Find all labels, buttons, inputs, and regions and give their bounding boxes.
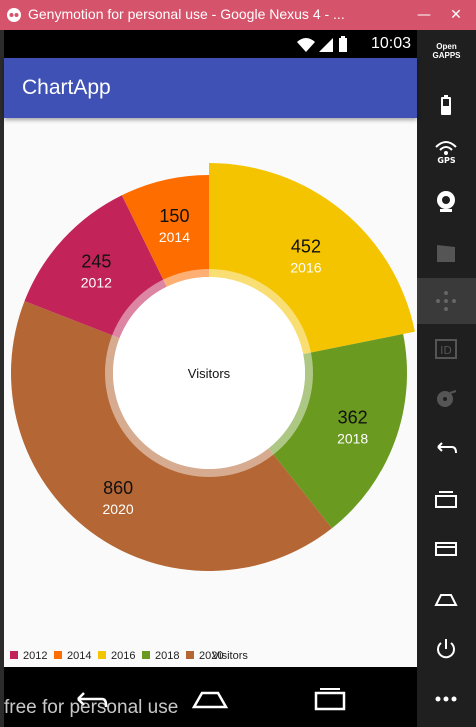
power-icon [437,639,455,659]
legend-swatch-2016 [98,651,106,659]
power-button[interactable] [417,626,476,672]
signal-icon [319,38,333,52]
id-icon: ID [435,339,457,359]
recent-apps-icon[interactable] [310,679,350,715]
legend-swatch-2014 [54,651,62,659]
slice-value-2012: 245 [81,251,111,271]
slice-value-2014: 150 [159,206,189,226]
menu-side-button[interactable] [417,526,476,572]
opengapps-button[interactable]: Open GAPPS [417,30,476,76]
gps-icon [435,141,457,155]
chart-legend: 2012 2014 2016 2018 2020Visitors [10,650,248,662]
disk-button[interactable] [417,376,476,422]
battery-icon [339,38,347,52]
watermark-text: free for personal use [4,697,179,718]
legend-title: Visitors [212,650,248,662]
window-title: Genymotion for personal use - Google Nex… [28,6,345,22]
center-label: Visitors [188,366,231,381]
device-id-button[interactable]: ID [417,326,476,372]
menu-icon [435,542,457,556]
status-bar: 10:03 [4,30,417,58]
clapper-icon [437,245,455,262]
move-button[interactable] [417,278,476,324]
slice-label-2020: 2020 [103,501,134,517]
chart-content: Visitors 452 2016 362 2018 860 2020 245 2012 150… [4,118,417,667]
slice-value-2018: 362 [338,408,368,428]
more-icon [435,696,457,702]
window-title-bar: Genymotion for personal use - Google Nex… [0,0,476,30]
more-button[interactable] [417,676,476,722]
dpad-icon [436,291,456,311]
back-side-button[interactable] [417,426,476,472]
status-icons [297,36,347,52]
legend-label-2016: 2016 [111,650,135,662]
legend-label-2018: 2018 [155,650,179,662]
status-time: 10:03 [370,35,411,52]
battery-button[interactable] [417,82,476,128]
recent-side-button[interactable] [417,476,476,522]
recent-apps-icon [435,491,457,508]
screencast-button[interactable] [417,230,476,276]
legend-swatch-2012 [10,651,18,659]
slice-label-2016: 2016 [290,260,321,276]
home-side-button[interactable] [417,576,476,622]
app-title: ChartApp [22,76,111,99]
legend-label-2012: 2012 [23,650,47,662]
legend-label-2014: 2014 [67,650,91,662]
wifi-icon [297,38,315,52]
disk-icon [437,390,457,407]
app-bar: ChartApp [4,58,417,118]
webcam-icon [437,191,455,212]
home-icon [434,594,458,606]
slice-value-2020: 860 [103,478,133,498]
genymotion-logo-icon [7,8,21,22]
battery-icon [441,95,451,115]
emulator-sidebar: Open GAPPS GPS ID [417,30,476,727]
back-icon [437,442,457,454]
svg-text:ID: ID [440,344,452,357]
gps-button[interactable]: GPS [417,128,476,174]
donut-chart[interactable]: Visitors 452 2016 362 2018 860 2020 245 2012 150… [4,118,417,667]
slice-value-2016: 452 [291,237,321,257]
home-icon[interactable] [190,679,230,715]
camera-button[interactable] [417,178,476,224]
close-button[interactable]: ✕ [444,4,468,26]
device-screen: 10:03 ChartApp Visitors 452 2016 362 2018 86… [4,30,417,727]
legend-swatch-2018 [142,651,150,659]
slice-label-2018: 2018 [337,431,368,447]
slice-label-2014: 2014 [159,229,190,245]
legend-swatch-2020 [186,651,194,659]
slice-label-2012: 2012 [81,274,112,290]
minimize-button[interactable]: — [412,4,436,26]
